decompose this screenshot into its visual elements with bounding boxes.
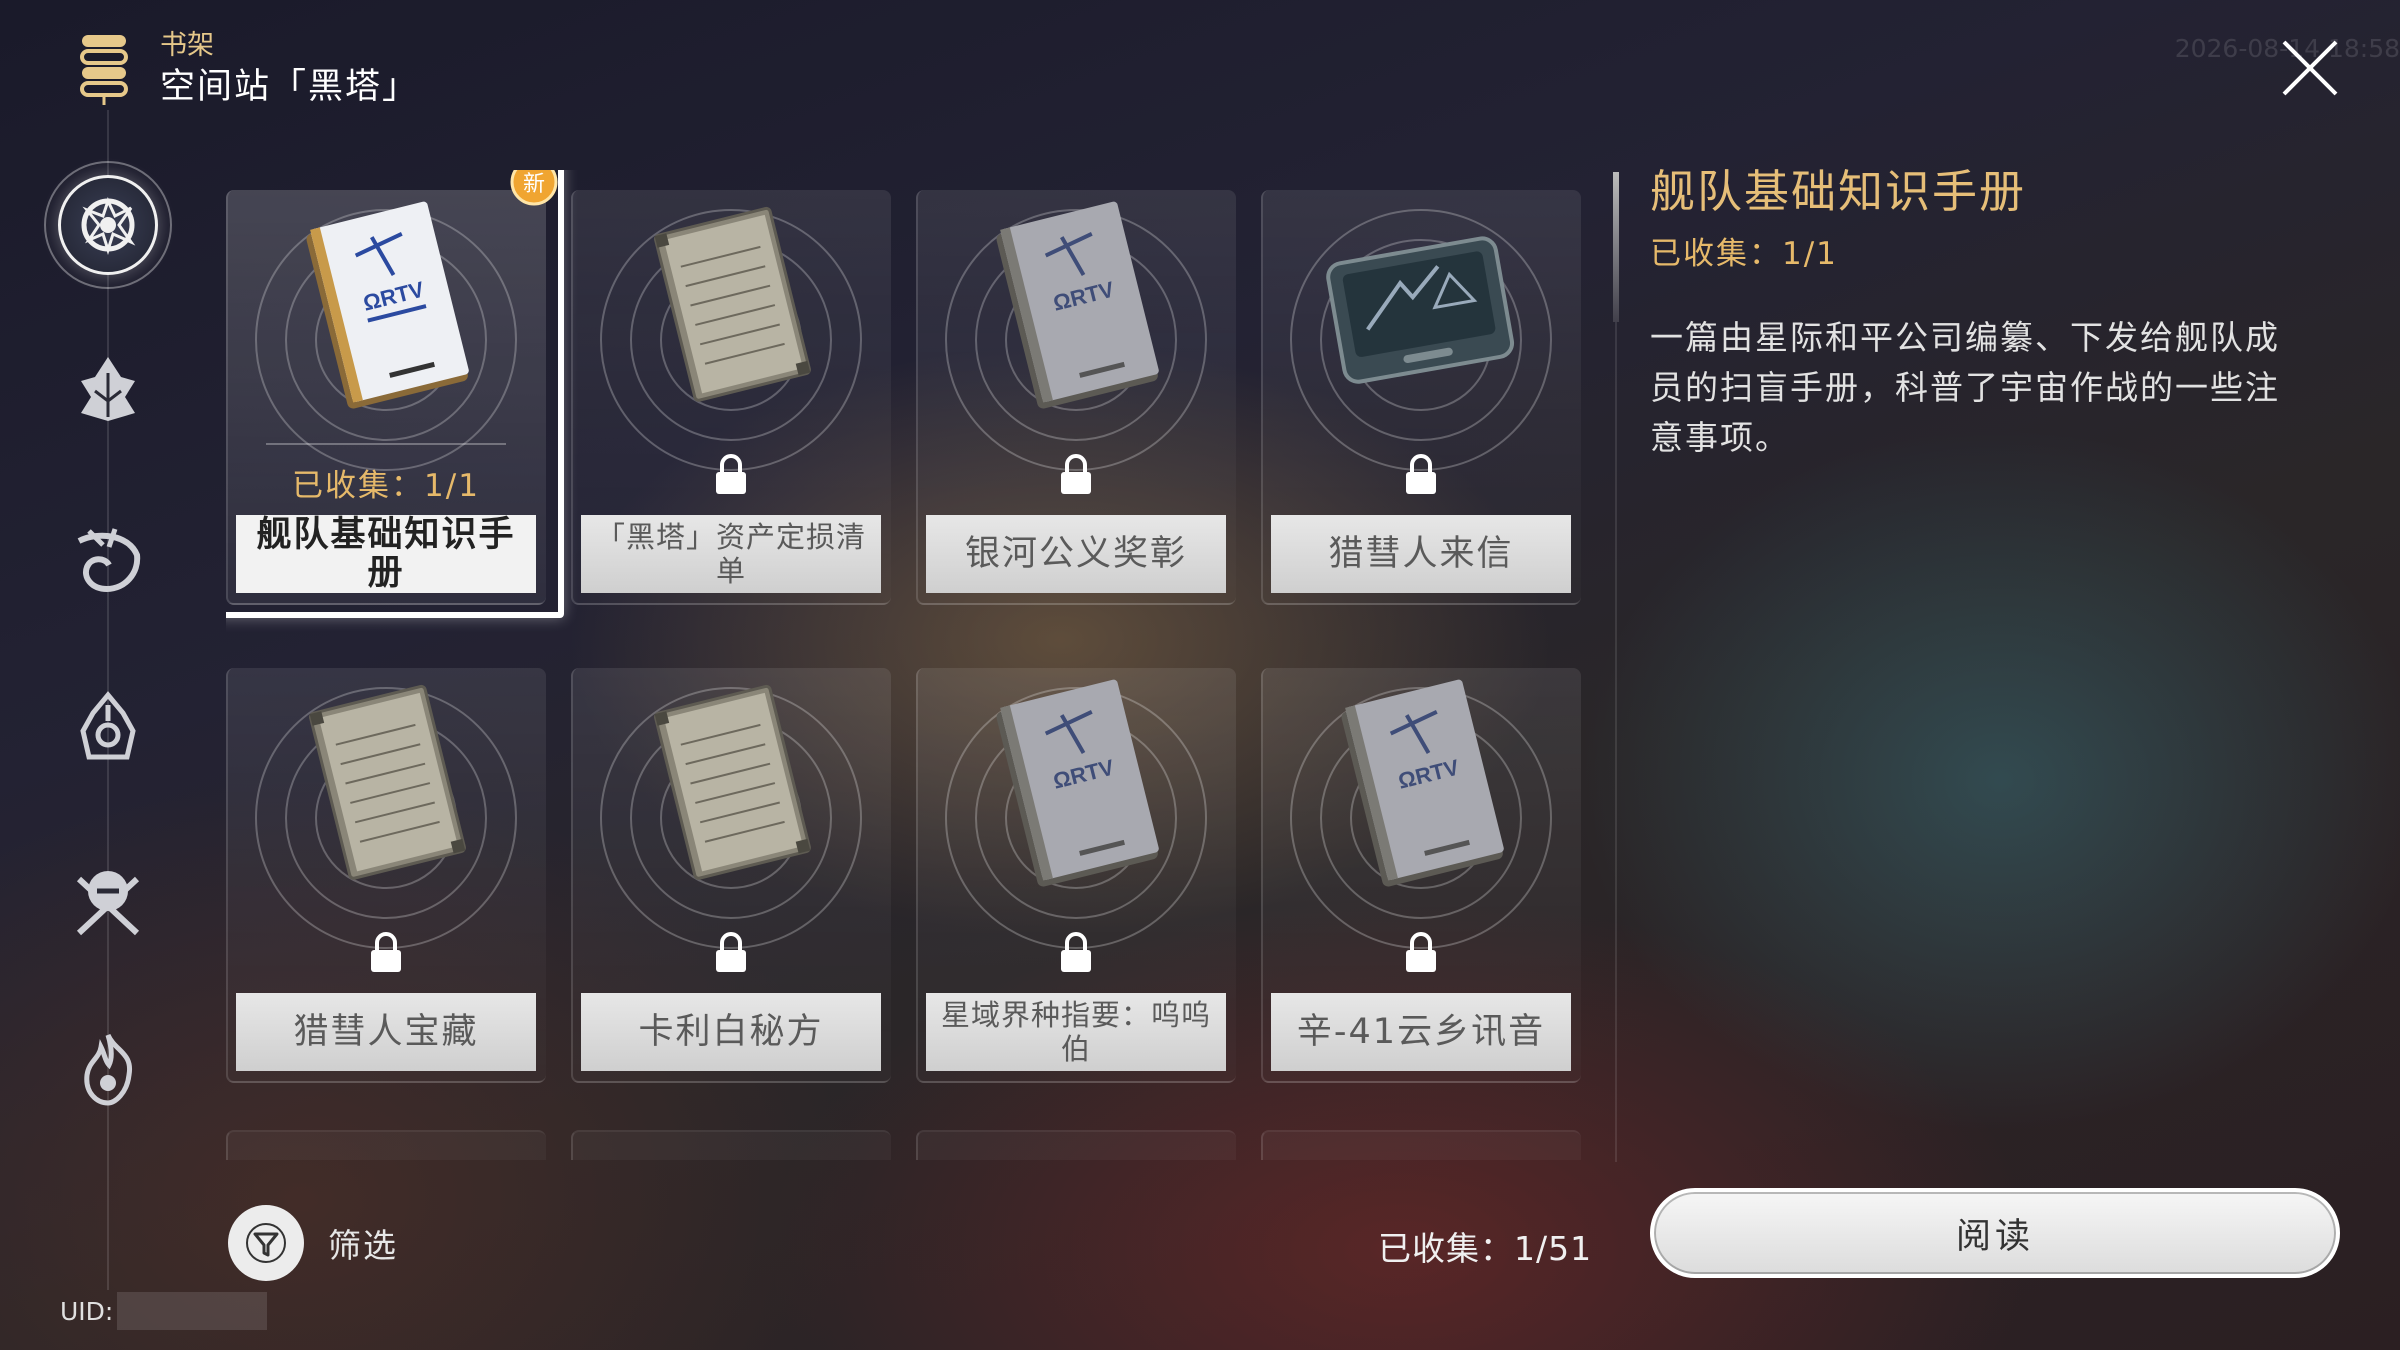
filter-button[interactable]: 筛选 <box>228 1205 398 1281</box>
uid-label: UID: <box>60 1296 114 1326</box>
book-title: 星域界种指要：呜呜伯 <box>926 993 1226 1071</box>
book-card-partial[interactable] <box>226 1130 546 1160</box>
uid-mask <box>117 1292 268 1330</box>
book-card[interactable]: ΩRTV 已收集：1/1 舰队基础知识手册 新 <box>226 170 564 618</box>
active-ring <box>44 161 172 289</box>
dragon-emblem-icon <box>77 528 141 593</box>
detail-panel: 舰队基础知识手册 已收集：1/1 一篇由星际和平公司编纂、下发给舰队成员的扫盲手… <box>1650 162 2290 463</box>
book-card-partial[interactable] <box>571 1130 891 1160</box>
book-art-tablet-icon <box>1326 236 1515 384</box>
bookshelf-icon <box>80 35 128 105</box>
book-title: 猎彗人宝藏 <box>236 993 536 1071</box>
new-badge-label: 新 <box>523 172 545 197</box>
lock-icon <box>1406 932 1436 972</box>
book-card[interactable]: ΩRTV 星域界种指要：呜呜伯 <box>916 648 1236 1083</box>
lock-icon <box>1061 932 1091 972</box>
tree-emblem-icon <box>81 357 135 421</box>
book-art-notes-icon <box>309 684 466 880</box>
book-card[interactable]: ΩRTV 银河公义奖彰 <box>916 170 1236 605</box>
detail-title: 舰队基础知识手册 <box>1650 165 2027 218</box>
book-card-partial[interactable] <box>1261 1130 1581 1160</box>
read-button[interactable]: 阅读 <box>1650 1188 2340 1278</box>
close-icon[interactable] <box>2278 36 2342 100</box>
book-art-notes-icon <box>654 684 811 880</box>
flame-emblem-icon <box>84 1033 133 1106</box>
header: 书架 空间站「黑塔」 <box>78 28 419 110</box>
detail-scrollbar[interactable] <box>1615 322 1617 1162</box>
book-art-manual-icon: ΩRTV <box>306 201 469 409</box>
book-card[interactable]: 猎彗人宝藏 <box>226 648 546 1083</box>
book-card[interactable]: 卡利白秘方 <box>571 648 891 1083</box>
filter-label: 筛选 <box>328 1226 398 1265</box>
filter-icon <box>246 1223 286 1263</box>
detail-description: 一篇由星际和平公司编纂、下发给舰队成员的扫盲手册，科普了宇宙作战的一些注意事项。 <box>1650 318 2280 457</box>
card-collected: 已收集：1/1 <box>292 468 480 504</box>
lock-icon <box>1061 454 1091 494</box>
spire-emblem-icon <box>80 691 136 760</box>
nav-item-space-station[interactable] <box>44 161 172 289</box>
book-art-manual-icon: ΩRTV <box>996 201 1159 409</box>
book-title: 卡利白秘方 <box>581 993 881 1071</box>
book-card[interactable]: 「黑塔」资产定损清单 <box>571 170 891 605</box>
new-badge-icon: 新 <box>510 170 558 206</box>
detail-status: 已收集：1/1 <box>1650 236 1838 272</box>
book-art-manual-icon: ΩRTV <box>996 679 1159 887</box>
page-title: 空间站「黑塔」 <box>160 67 420 107</box>
collected-divider <box>266 443 506 445</box>
lock-icon <box>716 932 746 972</box>
lock-icon <box>1406 454 1436 494</box>
book-title: 「黑塔」资产定损清单 <box>581 515 881 593</box>
book-art-manual-icon: ΩRTV <box>1341 679 1504 887</box>
nav-item-spire[interactable] <box>58 680 158 780</box>
book-grid: ΩRTV 已收集：1/1 舰队基础知识手册 新「黑塔」资产定损清单 ΩRTV 银河公义奖彰… <box>226 170 1616 1160</box>
book-card[interactable]: ΩRTV 辛-41云乡讯音 <box>1261 648 1581 1083</box>
collected-total: 已收集：1/51 <box>1378 1229 1593 1268</box>
uid: UID: <box>60 1292 268 1330</box>
book-card-partial[interactable] <box>916 1130 1236 1160</box>
nav-item-dragon[interactable] <box>58 510 158 610</box>
nav-item-flame[interactable] <box>58 1020 158 1120</box>
book-art-notes-icon <box>654 206 811 402</box>
lock-icon <box>716 454 746 494</box>
nav-item-tree[interactable] <box>58 340 158 440</box>
book-title: 银河公义奖彰 <box>926 515 1226 593</box>
detail-accent-bar <box>1613 172 1619 322</box>
crossed-emblem-icon <box>76 871 140 936</box>
book-card[interactable]: 猎彗人来信 <box>1261 170 1581 605</box>
lock-icon <box>371 932 401 972</box>
book-title: 猎彗人来信 <box>1271 515 1571 593</box>
book-title: 辛-41云乡讯音 <box>1271 993 1571 1071</box>
breadcrumb: 书架 <box>160 30 214 61</box>
nav-item-crossed[interactable] <box>58 850 158 950</box>
book-title: 舰队基础知识手册 <box>236 515 536 593</box>
